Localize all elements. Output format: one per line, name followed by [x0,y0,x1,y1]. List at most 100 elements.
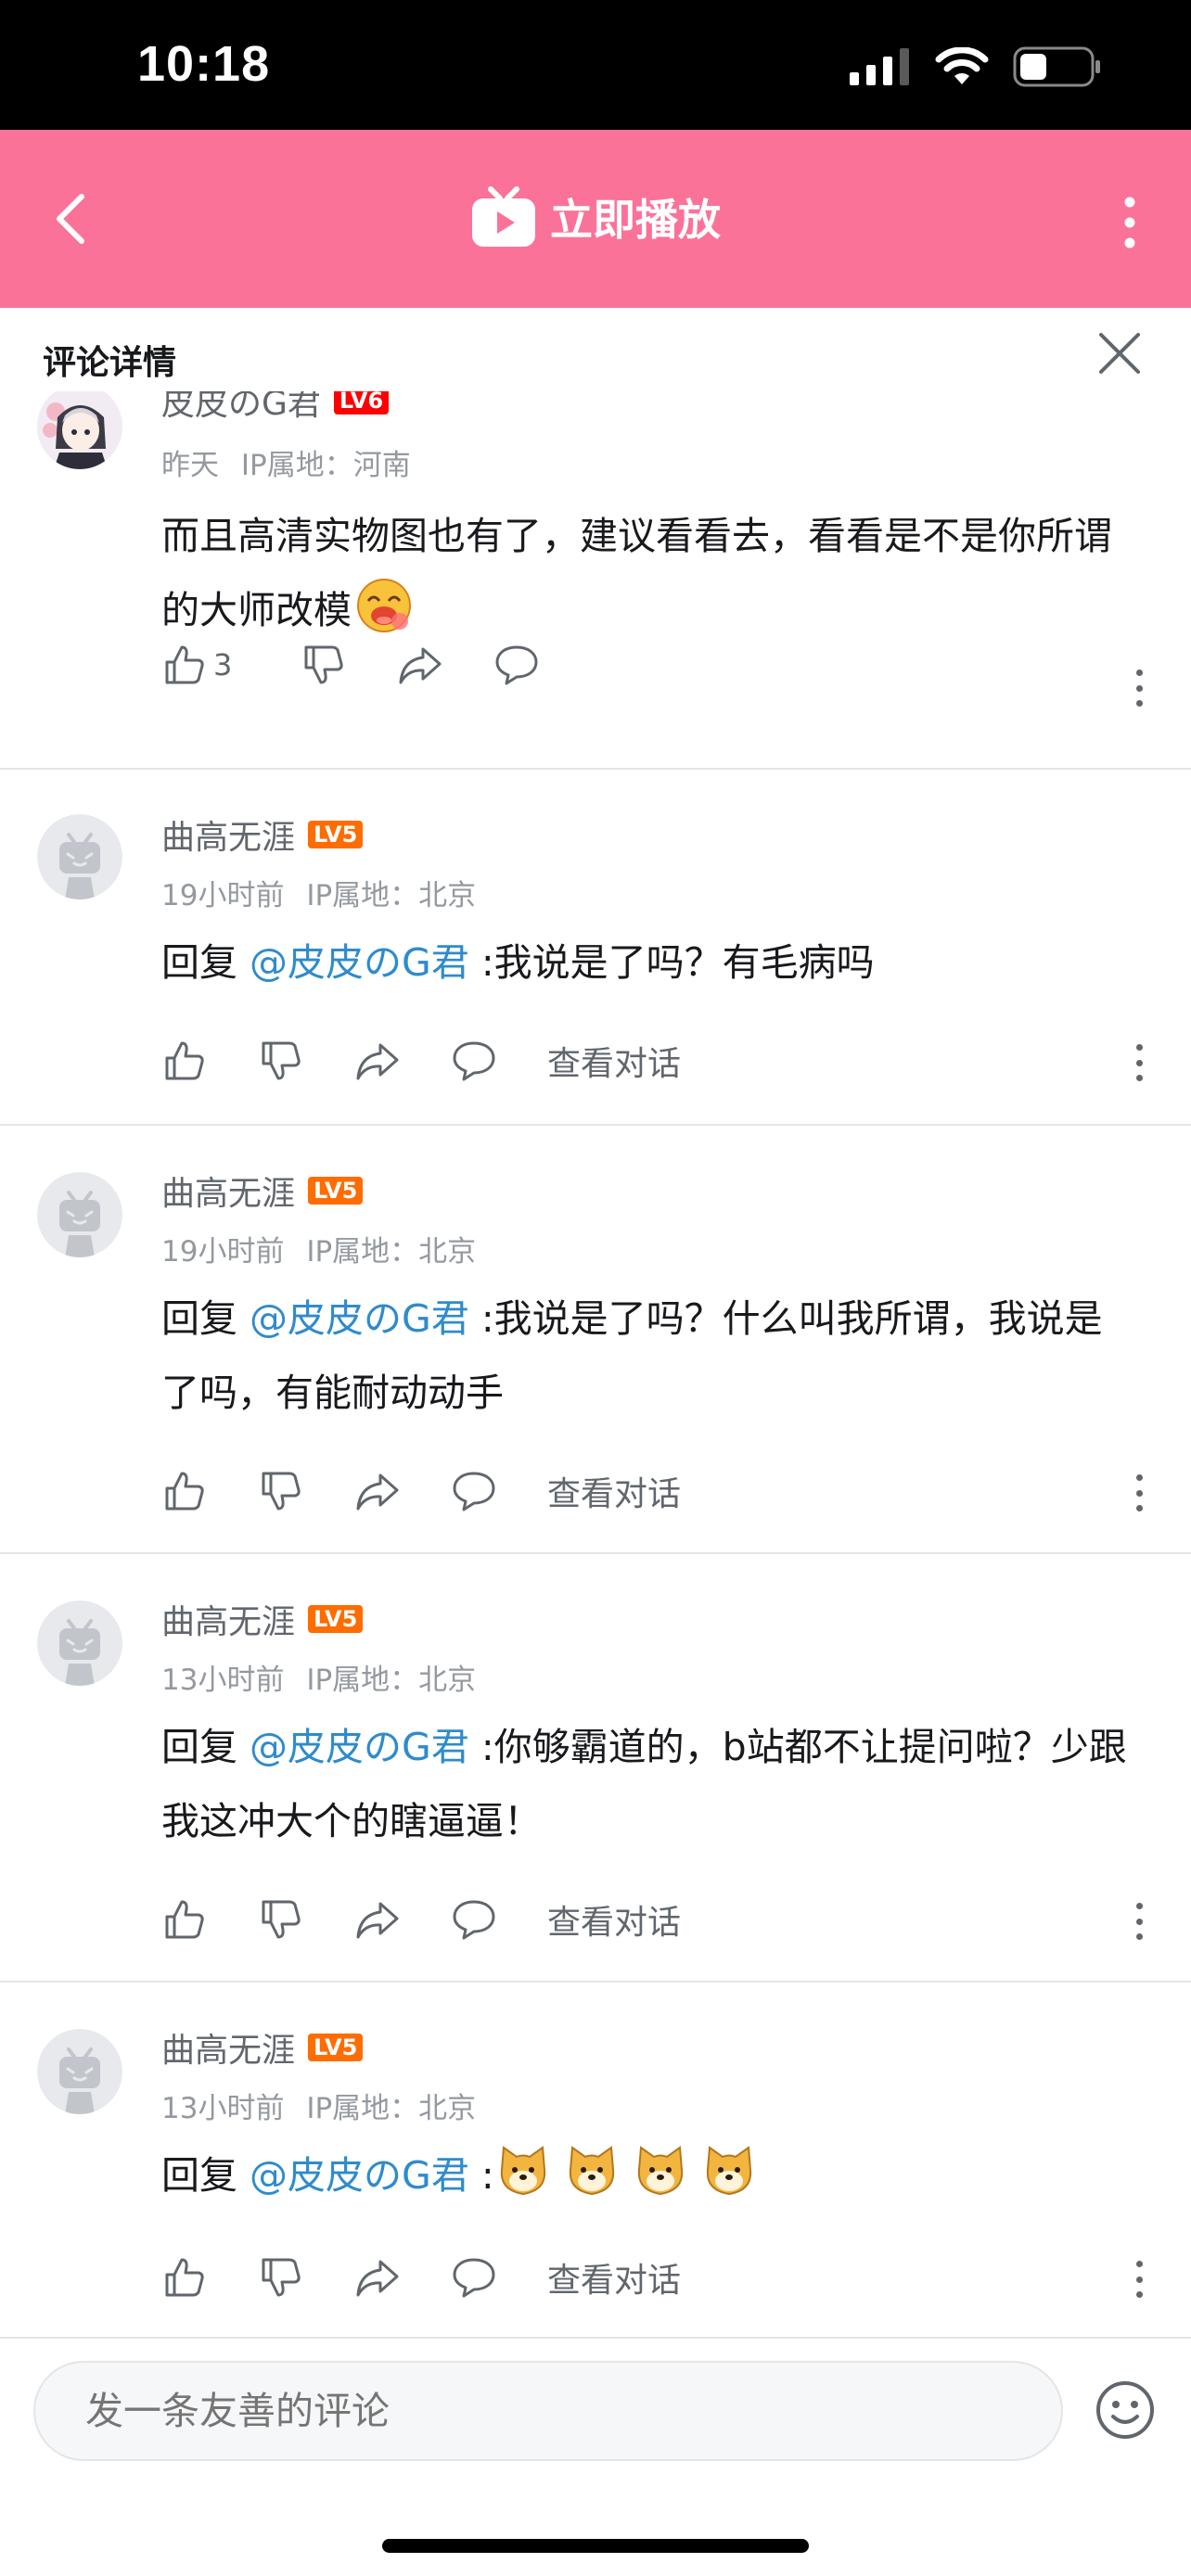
comment-input[interactable] [33,2361,1063,2461]
thumbs-down-icon [304,645,344,684]
avatar[interactable] [37,814,122,899]
thumbs-down-icon [262,1900,301,1939]
comment-detail-header: 评论详情 [0,308,1191,391]
like-button[interactable] [161,2254,208,2301]
comment-bubble-icon [495,645,538,685]
comment-text: 回复 @皮皮のG君 :我说是了吗？什么叫我所谓，我说是了吗，有能耐动动手 [161,1296,1103,1415]
share-button[interactable] [354,1468,401,1514]
comment-more-button[interactable] [1133,1044,1145,1081]
reply-prefix: 回复 [161,1296,250,1341]
dislike-button[interactable] [258,1468,304,1514]
comment-time: 昨天 [161,449,219,482]
like-button[interactable] [161,1038,208,1084]
view-conversation-link[interactable]: 查看对话 [547,1467,681,1515]
like-count: 3 [213,647,233,682]
cellular-signal-icon [850,48,909,85]
view-conversation-link[interactable]: 查看对话 [547,1895,681,1944]
comment-time: 13小时前 [161,1664,285,1697]
comment-bubble-icon [453,1041,495,1081]
reply-button[interactable] [451,2254,497,2301]
avatar[interactable] [37,2029,122,2114]
tv-play-icon [472,186,535,247]
comment-more-button[interactable] [1133,1474,1145,1511]
level-badge: LV5 [308,2034,364,2061]
reply-button[interactable] [493,642,540,688]
reply-button[interactable] [451,1896,497,1943]
share-button[interactable] [397,642,443,688]
dislike-button[interactable] [258,1896,304,1943]
thumbs-down-icon [262,1472,301,1511]
comment-actions: 查看对话 [161,1895,681,1944]
comment-meta: 13小时前 IP属地：北京 [161,2085,476,2126]
comment-meta: 19小时前 IP属地：北京 [161,872,476,913]
comment-actions: 3 [161,642,590,688]
comment-more-button[interactable] [1133,1903,1145,1940]
comment-bubble-icon [453,1900,495,1940]
comment-text: 回复 @皮皮のG君 :你够霸道的，b站都不让提问啦？少跟我这冲大个的瞎逼逼！ [161,1725,1127,1843]
doge-laugh-emoji [357,579,411,632]
ip-location: IP属地：北京 [306,2092,477,2125]
like-button[interactable] [161,1896,208,1943]
default-bilibili-avatar-icon [37,1600,122,1686]
mention-link[interactable]: @皮皮のG君 [250,940,469,985]
comment-text: 回复 @皮皮のG君 :我说是了吗？有毛病吗 [161,940,875,985]
comment-meta: 13小时前 IP属地：北京 [161,1656,476,1698]
view-conversation-link[interactable]: 查看对话 [547,2253,681,2302]
comment-time: 19小时前 [161,879,285,912]
comment-actions: 查看对话 [161,1467,681,1515]
share-button[interactable] [354,1038,401,1084]
status-icons [850,46,1102,87]
username[interactable]: 曲高无涯 [161,1595,295,1643]
comment-item: 曲高无涯 LV5 19小时前 IP属地：北京 回复 @皮皮のG君 :我说是了吗？… [0,1126,1191,1554]
avatar[interactable] [37,1600,122,1686]
mention-link[interactable]: @皮皮のG君 [250,1296,469,1341]
mention-link[interactable]: @皮皮のG君 [250,2153,469,2198]
comment-more-button[interactable] [1133,670,1145,707]
comment-item: 曲高无涯 LV5 13小时前 IP属地：北京 回复 @皮皮のG君 : 查看对话 [0,1983,1191,2337]
username[interactable]: 曲高无涯 [161,810,295,859]
nav-title: 立即播放 [550,195,721,245]
comment-item: 曲高无涯 LV5 13小时前 IP属地：北京 回复 @皮皮のG君 :你够霸道的，… [0,1554,1191,1983]
comment-actions: 查看对话 [161,1037,681,1085]
thumbs-up-icon [165,1900,204,1939]
comment-time: 13小时前 [161,2092,285,2125]
username[interactable]: 曲高无涯 [161,2023,295,2072]
like-button[interactable] [161,1468,208,1514]
home-indicator [382,2539,809,2553]
dislike-button[interactable] [258,1038,304,1084]
share-icon [399,647,442,684]
reply-prefix: 回复 [161,2153,250,2198]
username[interactable]: 曲高无涯 [161,1167,295,1215]
comment-time: 19小时前 [161,1235,285,1269]
status-time: 10:18 [137,36,271,92]
share-button[interactable] [354,1896,401,1943]
close-button[interactable] [1096,330,1143,376]
thumbs-up-icon [165,1041,204,1080]
smiley-icon [1096,2381,1154,2439]
username[interactable]: 皮皮のG君 [161,391,321,425]
wifi-icon [935,47,989,84]
more-options-button[interactable] [1119,195,1141,250]
status-bar: 10:18 [0,0,1191,130]
dislike-button[interactable] [301,642,347,688]
share-button[interactable] [354,2254,401,2301]
avatar[interactable] [37,1172,122,1257]
emoji-button[interactable] [1095,2379,1156,2441]
reply-button[interactable] [451,1038,497,1084]
level-badge: LV5 [308,1605,364,1633]
reply-button[interactable] [451,1468,497,1514]
more-vertical-icon [1124,197,1135,249]
play-now-button[interactable]: 立即播放 [0,185,1191,249]
doge-emoji [569,2146,614,2196]
level-badge: LV6 [333,391,390,414]
dislike-button[interactable] [258,2254,304,2301]
view-conversation-link[interactable]: 查看对话 [547,1037,681,1085]
comment-more-button[interactable] [1133,2261,1145,2298]
reply-prefix: 回复 [161,1725,250,1769]
ip-location: IP属地：北京 [306,1235,477,1269]
mention-link[interactable]: @皮皮のG君 [250,1725,469,1769]
like-button[interactable]: 3 [161,642,232,688]
avatar[interactable] [37,391,122,469]
thumbs-down-icon [262,1041,301,1080]
top-nav-bar: 立即播放 [0,130,1191,308]
